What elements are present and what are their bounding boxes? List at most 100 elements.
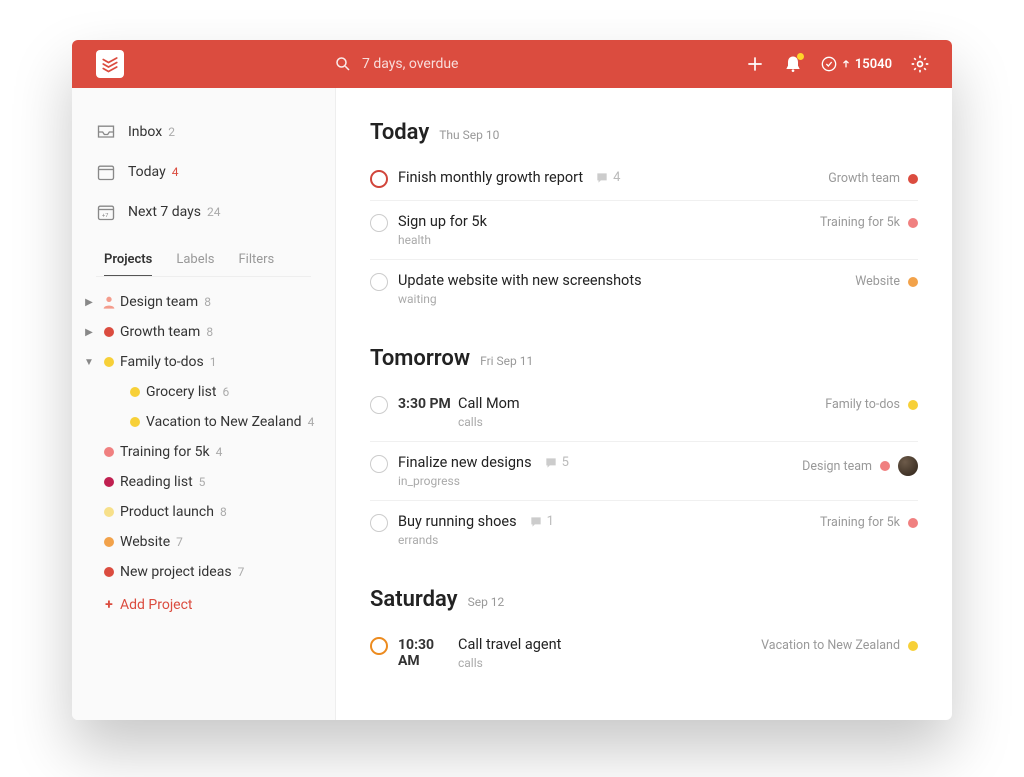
- project-name: Website: [855, 274, 900, 289]
- expand-arrow-icon[interactable]: ▶: [80, 327, 98, 338]
- notifications-button[interactable]: [783, 54, 803, 74]
- karma-button[interactable]: 15040: [821, 56, 892, 72]
- task-project[interactable]: Training for 5k: [820, 213, 918, 230]
- karma-points: 15040: [855, 57, 892, 72]
- person-icon: [98, 294, 120, 310]
- section-header: Today Thu Sep 10: [370, 120, 918, 145]
- project-count: 1: [210, 355, 217, 369]
- tab-filters[interactable]: Filters: [238, 252, 274, 276]
- comment-count[interactable]: 5: [544, 455, 569, 470]
- section-date: Thu Sep 10: [439, 128, 499, 142]
- task-row[interactable]: Finish monthly growth report 4 Growth team: [370, 157, 918, 201]
- filter-count: 2: [168, 125, 175, 139]
- task-label[interactable]: calls: [458, 415, 825, 429]
- project-item[interactable]: Product launch8: [72, 497, 335, 527]
- app-logo[interactable]: [96, 50, 124, 78]
- project-name: Reading list: [120, 474, 193, 490]
- project-item[interactable]: Training for 5k4: [72, 437, 335, 467]
- task-label[interactable]: health: [398, 233, 820, 247]
- task-row[interactable]: Update website with new screenshotswaiti…: [370, 260, 918, 318]
- project-color-dot: [98, 477, 120, 487]
- settings-button[interactable]: [910, 54, 930, 74]
- project-tree: ▶Design team8▶Growth team8▼Family to-dos…: [72, 287, 335, 587]
- project-count: 7: [238, 565, 245, 579]
- task-title: Finish monthly growth report: [398, 169, 583, 186]
- project-name: Training for 5k: [120, 444, 210, 460]
- task-checkbox[interactable]: [370, 514, 388, 532]
- project-color-dot: [908, 400, 918, 410]
- expand-arrow-icon[interactable]: ▶: [80, 297, 98, 308]
- project-name: Vacation to New Zealand: [761, 638, 900, 653]
- sidebar-filter-today[interactable]: Today 4: [72, 152, 335, 192]
- comment-count[interactable]: 1: [529, 514, 554, 529]
- task-project[interactable]: Design team: [802, 454, 918, 476]
- comment-count[interactable]: 4: [595, 170, 620, 185]
- expand-arrow-icon[interactable]: ▼: [80, 357, 98, 368]
- tab-labels[interactable]: Labels: [176, 252, 214, 276]
- add-project-button[interactable]: + Add Project: [72, 587, 335, 623]
- project-color-dot: [908, 277, 918, 287]
- search-text: 7 days, overdue: [362, 56, 458, 72]
- project-count: 8: [206, 325, 213, 339]
- day-section: Today Thu Sep 10 Finish monthly growth rep…: [370, 120, 918, 318]
- search-box[interactable]: 7 days, overdue: [334, 55, 745, 73]
- task-row[interactable]: Sign up for 5khealthTraining for 5k: [370, 201, 918, 260]
- project-color-dot: [98, 507, 120, 517]
- section-title: Today: [370, 120, 429, 145]
- task-row[interactable]: 10:30 AMCall travel agentcallsVacation t…: [370, 624, 918, 682]
- project-item[interactable]: Grocery list6: [72, 377, 335, 407]
- project-count: 8: [220, 505, 227, 519]
- checkbox-column: [370, 454, 398, 473]
- sidebar-filter-next7[interactable]: +7 Next 7 days 24: [72, 192, 335, 232]
- project-item[interactable]: Reading list5: [72, 467, 335, 497]
- search-icon: [334, 55, 352, 73]
- project-item[interactable]: ▼ Family to-dos 1: [72, 347, 335, 377]
- project-name: Family to-dos: [825, 397, 900, 412]
- plus-icon: [745, 54, 765, 74]
- task-row[interactable]: 3:30 PMCall MomcallsFamily to-dos: [370, 383, 918, 442]
- project-color-dot: [908, 641, 918, 651]
- task-checkbox[interactable]: [370, 273, 388, 291]
- task-body: Call Momcalls: [458, 395, 825, 429]
- project-name: Training for 5k: [820, 215, 900, 230]
- checkbox-column: [370, 513, 398, 532]
- sidebar-filter-inbox[interactable]: Inbox 2: [72, 112, 335, 152]
- task-checkbox[interactable]: [370, 396, 388, 414]
- up-arrow-icon: [841, 59, 851, 69]
- task-checkbox[interactable]: [370, 455, 388, 473]
- task-checkbox[interactable]: [370, 214, 388, 232]
- project-name: Growth team: [120, 324, 200, 340]
- quick-add-button[interactable]: [745, 54, 765, 74]
- filter-count: 24: [207, 205, 221, 219]
- project-name: Growth team: [828, 171, 900, 186]
- task-checkbox[interactable]: [370, 170, 388, 188]
- task-checkbox[interactable]: [370, 637, 388, 655]
- project-item[interactable]: New project ideas 7: [72, 557, 335, 587]
- project-count: 8: [204, 295, 211, 309]
- task-project[interactable]: Vacation to New Zealand: [761, 636, 918, 653]
- task-label[interactable]: in_progress: [398, 474, 802, 488]
- assignee-avatar[interactable]: [898, 456, 918, 476]
- project-color-dot: [98, 447, 120, 457]
- task-row[interactable]: Buy running shoes 1 errandsTraining for 5k: [370, 501, 918, 559]
- project-name: Family to-dos: [120, 354, 204, 370]
- task-project[interactable]: Website: [855, 272, 918, 289]
- tab-projects[interactable]: Projects: [104, 252, 152, 276]
- inbox-icon: [96, 122, 116, 142]
- task-project[interactable]: Growth team: [828, 169, 918, 186]
- project-item[interactable]: ▶Design team8: [72, 287, 335, 317]
- task-project[interactable]: Family to-dos: [825, 395, 918, 412]
- project-name: New project ideas: [120, 564, 232, 580]
- task-time: 10:30 AM: [398, 636, 458, 669]
- filter-label: Today: [128, 164, 166, 180]
- task-label[interactable]: calls: [458, 656, 761, 670]
- project-color-dot: [124, 387, 146, 397]
- task-label[interactable]: waiting: [398, 292, 855, 306]
- task-label[interactable]: errands: [398, 533, 820, 547]
- project-item[interactable]: ▶ Growth team 8: [72, 317, 335, 347]
- task-title: Buy running shoes: [398, 513, 517, 530]
- project-item[interactable]: Vacation to New Zealand4: [72, 407, 335, 437]
- task-project[interactable]: Training for 5k: [820, 513, 918, 530]
- task-row[interactable]: Finalize new designs5in_progressDesign t…: [370, 442, 918, 501]
- project-item[interactable]: Website7: [72, 527, 335, 557]
